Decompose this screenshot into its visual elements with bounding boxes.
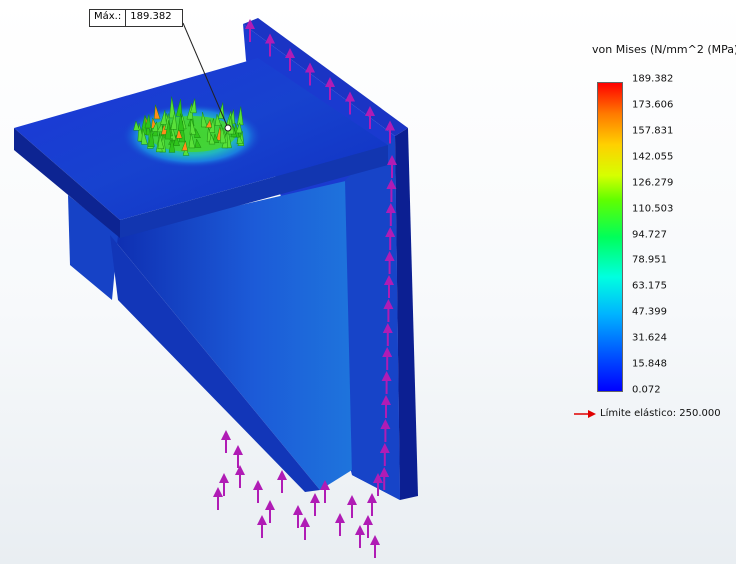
legend-tick-label: 110.503 bbox=[632, 203, 674, 215]
yield-limit-text: Límite elástico: 250.000 bbox=[600, 408, 721, 419]
red-arrow-icon bbox=[574, 409, 596, 418]
legend-tick-label: 31.624 bbox=[632, 332, 667, 344]
legend-title: von Mises (N/mm^2 (MPa)) bbox=[592, 43, 736, 56]
max-value: 189.382 bbox=[130, 11, 172, 22]
legend-colorbar[interactable] bbox=[597, 82, 623, 392]
legend-tick-label: 94.727 bbox=[632, 229, 667, 240]
legend-tick-label: 0.072 bbox=[632, 384, 661, 396]
legend-tick-label: 173.606 bbox=[632, 99, 674, 111]
legend-tick-label: 126.279 bbox=[632, 177, 674, 189]
legend-tick-label: 63.175 bbox=[632, 280, 667, 292]
model-viewport[interactable] bbox=[0, 0, 736, 564]
max-point-marker bbox=[224, 124, 232, 132]
legend-tick-label: 47.399 bbox=[632, 306, 667, 318]
legend-tick-label: 78.951 bbox=[632, 254, 667, 266]
legend-tick-label: 189.382 bbox=[632, 73, 674, 85]
legend-tick-label: 142.055 bbox=[632, 151, 674, 163]
max-key: Máx.: bbox=[90, 10, 127, 26]
legend-tick-label: 15.848 bbox=[632, 358, 667, 370]
yield-limit: Límite elástico: 250.000 bbox=[574, 408, 721, 419]
max-value-label[interactable]: Máx.: 189.382 bbox=[89, 9, 184, 27]
legend-tick-label: 157.831 bbox=[632, 125, 674, 137]
